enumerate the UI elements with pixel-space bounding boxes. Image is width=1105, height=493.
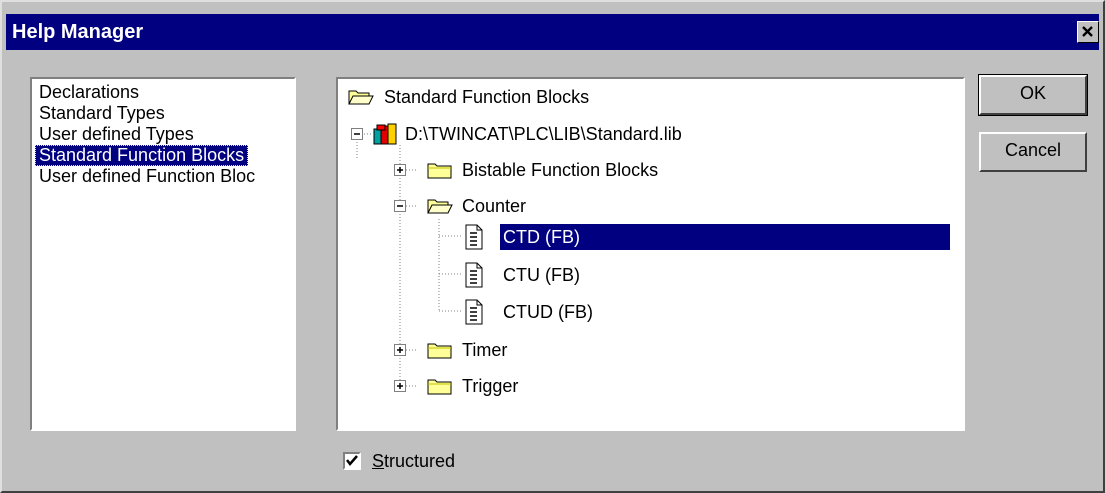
tree-group-label: Bistable Function Blocks <box>462 160 659 180</box>
list-item-user-defined-types[interactable]: User defined Types <box>35 124 198 145</box>
tree-item-ctd[interactable]: CTD (FB) <box>462 224 952 250</box>
collapse-counter-button[interactable] <box>393 199 407 213</box>
tree-root-label: Standard Function Blocks <box>384 87 590 107</box>
expand-bistable-button[interactable] <box>393 163 407 177</box>
close-icon <box>1082 26 1093 37</box>
ok-button[interactable]: OK <box>979 75 1087 115</box>
list-item-standard-function-blocks[interactable]: Standard Function Blocks <box>35 145 249 166</box>
window-title: Help Manager <box>12 21 144 43</box>
list-item-standard-types[interactable]: Standard Types <box>35 103 169 124</box>
list-item-user-defined-function-blocks[interactable]: User defined Function Bloc <box>35 166 259 187</box>
title-bar[interactable]: Help Manager <box>6 14 1099 50</box>
tree-item-label: CTU (FB) <box>503 265 580 285</box>
help-manager-dialog: Help Manager Declarations Standard Types… <box>0 0 1105 493</box>
list-item-declarations[interactable]: Declarations <box>35 82 143 103</box>
tree-group-label: Counter <box>462 196 527 216</box>
tree-group-bistable[interactable]: Bistable Function Blocks <box>393 157 773 183</box>
structured-checkbox-label[interactable]: Structured <box>372 450 455 472</box>
close-button[interactable] <box>1077 21 1099 43</box>
folder-icon <box>427 379 452 395</box>
collapse-library-button[interactable] <box>350 127 364 141</box>
document-icon <box>465 262 483 288</box>
function-block-tree[interactable]: Standard Function Blocks D:\TWINCAT\PLC\… <box>336 77 965 431</box>
tree-root-node[interactable]: Standard Function Blocks <box>348 84 768 110</box>
mnemonic-letter: S <box>372 451 385 471</box>
folder-icon <box>427 343 452 359</box>
tree-library-node[interactable]: D:\TWINCAT\PLC\LIB\Standard.lib <box>350 121 810 147</box>
open-folder-icon <box>427 199 453 214</box>
expand-timer-button[interactable] <box>393 343 407 357</box>
plus-box-icon <box>394 164 406 176</box>
ok-button-label: OK <box>1019 83 1046 103</box>
folder-icon <box>427 163 452 179</box>
tree-group-label: Trigger <box>462 376 519 396</box>
category-list[interactable]: Declarations Standard Types User defined… <box>30 77 296 431</box>
plus-box-icon <box>394 380 406 392</box>
tree-group-timer[interactable]: Timer <box>393 337 593 363</box>
books-icon <box>373 123 397 145</box>
tree-group-counter[interactable]: Counter <box>393 193 693 219</box>
tree-group-label: Timer <box>462 340 508 360</box>
tree-item-label: CTD (FB) <box>500 224 950 250</box>
checkbox-label-rest: tructured <box>384 451 456 471</box>
tree-item-label: CTUD (FB) <box>503 302 593 322</box>
document-icon <box>465 299 483 325</box>
minus-box-icon <box>351 128 363 140</box>
tree-item-ctud[interactable]: CTUD (FB) <box>462 299 662 325</box>
minus-box-icon <box>394 200 406 212</box>
tree-library-label: D:\TWINCAT\PLC\LIB\Standard.lib <box>405 124 682 144</box>
document-icon <box>465 224 483 250</box>
open-folder-icon <box>348 90 374 105</box>
plus-box-icon <box>394 344 406 356</box>
structured-checkbox[interactable] <box>343 452 361 470</box>
cancel-button-label: Cancel <box>1004 140 1062 160</box>
tree-item-ctu[interactable]: CTU (FB) <box>462 262 662 288</box>
cancel-button[interactable]: Cancel <box>979 132 1087 172</box>
expand-trigger-button[interactable] <box>393 379 407 393</box>
checkmark-icon <box>346 455 358 466</box>
tree-group-trigger[interactable]: Trigger <box>393 373 593 399</box>
